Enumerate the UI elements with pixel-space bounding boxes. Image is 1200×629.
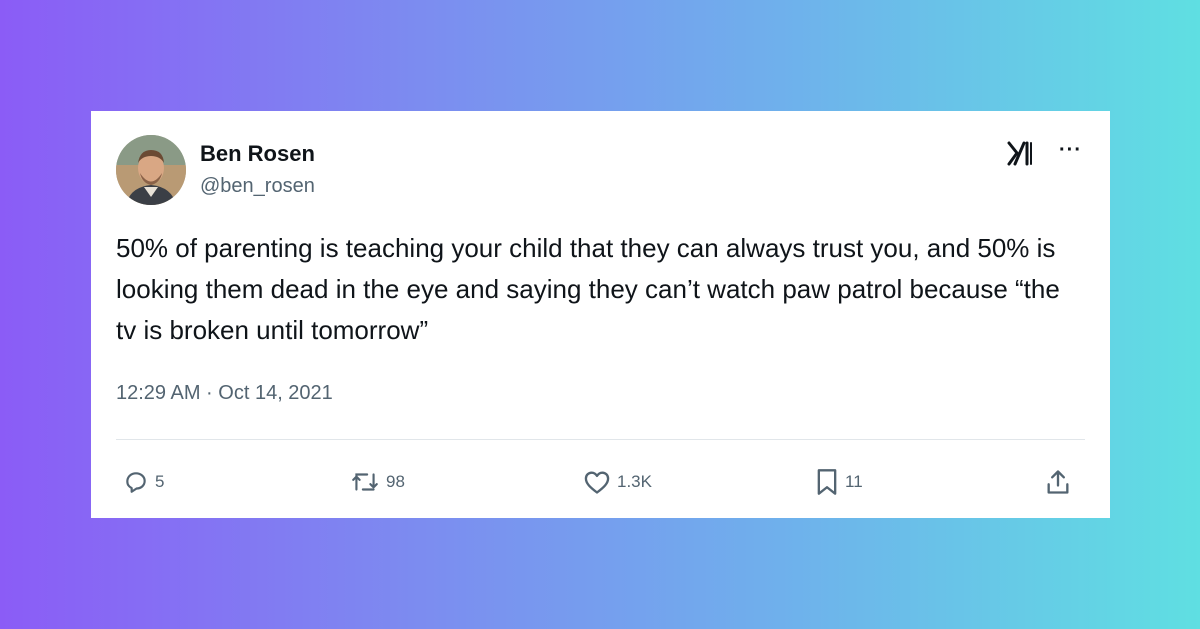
tweet-text: 50% of parenting is teaching your child … [116,233,1060,345]
like-button[interactable]: 1.3K [583,467,652,497]
repost-button[interactable]: 98 [350,467,405,497]
x-logo-icon[interactable] [1007,139,1037,167]
reply-count: 5 [155,472,165,491]
tweet-card: Ben Rosen @ben_rosen ··· 50% of parentin… [91,111,1110,518]
divider [116,439,1085,440]
reply-button[interactable]: 5 [123,467,164,497]
heart-icon [584,471,610,494]
share-button[interactable] [1045,467,1071,497]
tweet-timestamp[interactable]: 12:29 AM · Oct 14, 2021 [116,382,333,405]
avatar[interactable] [116,135,186,205]
author-name[interactable]: Ben Rosen [200,141,315,167]
repost-icon [352,473,378,491]
repost-count: 98 [386,472,405,491]
bookmark-button[interactable]: 11 [815,467,863,497]
bookmark-icon [817,469,837,495]
author-handle[interactable]: @ben_rosen [200,175,315,198]
more-options-button[interactable]: ··· [1059,139,1082,162]
share-icon [1047,470,1069,494]
like-count: 1.3K [617,472,652,491]
profile-photo [116,135,186,205]
bookmark-count: 11 [845,472,863,491]
reply-icon [126,472,146,493]
